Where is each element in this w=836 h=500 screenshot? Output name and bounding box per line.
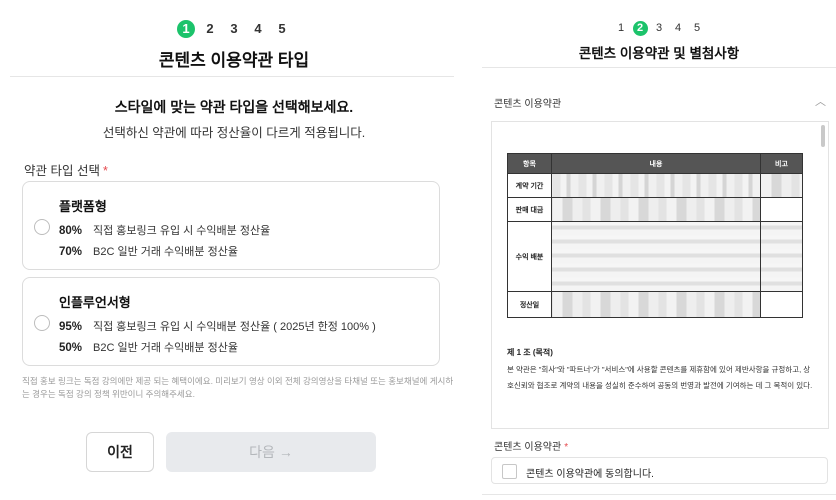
radio-platform[interactable] — [34, 219, 50, 235]
required-mark: * — [102, 164, 108, 178]
option-title: 플랫폼형 — [59, 199, 107, 214]
scrollbar[interactable] — [821, 125, 825, 147]
step-3: 3 — [655, 22, 663, 34]
stepper: 1 2 3 4 5 — [0, 20, 468, 38]
rate-row: 80% 직접 홍보링크 유입 시 수익배분 정산율 — [59, 222, 270, 238]
blurred-cell — [760, 173, 803, 198]
radio-influencer[interactable] — [34, 315, 50, 331]
rate-row: 50% B2C 일반 거래 수익배분 정산율 — [59, 339, 238, 355]
prev-button[interactable]: 이전 — [86, 432, 154, 472]
table-header: 비고 — [760, 153, 803, 174]
blurred-cell — [760, 197, 803, 222]
blurred-cell — [760, 221, 803, 292]
rate-percent: 70% — [59, 246, 83, 258]
agree-checkbox[interactable] — [502, 464, 517, 479]
step-5: 5 — [693, 22, 701, 34]
rate-row: 70% B2C 일반 거래 수익배분 정산율 — [59, 243, 238, 259]
policy-note: 직접 홍보 링크는 독점 강의에만 제공 되는 혜택이에요. 미리보기 영상 이… — [22, 376, 454, 399]
subline: 선택하신 약관에 따라 정산율이 다르게 적용됩니다. — [102, 126, 366, 140]
rate-row: 95% 직접 홍보링크 유입 시 수익배분 정산율 ( 2025년 한정 100%… — [59, 318, 376, 334]
terms-document[interactable]: 항목 내용 비고 계약 기간 판매 대금 수익 배분 정산일 제 1 조 (목적… — [491, 121, 829, 429]
option-title: 인플루언서형 — [59, 295, 131, 310]
blurred-cell — [551, 221, 761, 292]
rate-desc: B2C 일반 거래 수익배분 정산율 — [93, 342, 238, 354]
blurred-cell — [551, 291, 761, 318]
required-mark: * — [564, 442, 569, 453]
table-row-label: 계약 기간 — [507, 173, 552, 198]
headline: 스타일에 맞는 약관 타입을 선택해보세요. — [114, 99, 354, 115]
table-row-label: 판매 대금 — [507, 197, 552, 222]
option-platform[interactable]: 플랫폼형 80% 직접 홍보링크 유입 시 수익배분 정산율 70% B2C 일반 … — [22, 181, 440, 270]
agree-text: 콘텐츠 이용약관에 동의합니다. — [526, 469, 654, 480]
section-label: 약관 타입 선택 * — [24, 160, 108, 179]
clause-body: 본 약관은 "회사"와 "파트너"가 "서비스"에 사용할 콘텐츠를 제휴함에 … — [507, 365, 813, 390]
rate-percent: 50% — [59, 342, 83, 354]
blurred-cell — [551, 173, 761, 198]
divider — [482, 494, 836, 495]
left-panel: 1 2 3 4 5 콘텐츠 이용약관 타입 스타일에 맞는 약관 타입을 선택해… — [0, 0, 468, 500]
blurred-cell — [760, 291, 803, 318]
table-row-label: 정산일 — [507, 291, 552, 318]
option-influencer[interactable]: 인플루언서형 95% 직접 홍보링크 유입 시 수익배분 정산율 ( 2025년 … — [22, 277, 440, 366]
terms-table: 항목 내용 비고 계약 기간 판매 대금 수익 배분 정산일 — [507, 153, 803, 318]
chevron-up-icon[interactable]: ︿ — [815, 93, 826, 109]
agree-checkbox-row[interactable]: 콘텐츠 이용약관에 동의합니다. — [491, 457, 828, 484]
blurred-cell — [551, 197, 761, 222]
accordion-label[interactable]: 콘텐츠 이용약관 — [494, 95, 561, 110]
step-1: 1 — [617, 22, 625, 34]
step-4: 4 — [674, 22, 682, 34]
page-title: 콘텐츠 이용약관 타입 — [158, 51, 310, 70]
table-header: 내용 — [551, 153, 761, 174]
next-button[interactable]: 다음 → — [166, 432, 376, 472]
stepper: 1 2 3 4 5 — [482, 21, 836, 36]
page-title: 콘텐츠 이용약관 및 별첨사항 — [578, 46, 740, 61]
rate-percent: 80% — [59, 225, 83, 237]
table-header: 항목 — [507, 153, 552, 174]
rate-percent: 95% — [59, 321, 83, 333]
step-1: 1 — [177, 20, 195, 38]
step-4: 4 — [254, 21, 262, 36]
right-panel: 1 2 3 4 5 콘텐츠 이용약관 및 별첨사항 콘텐츠 이용약관 ︿ 항목 … — [482, 0, 836, 500]
agree-label: 콘텐츠 이용약관 * — [494, 438, 568, 453]
step-2: 2 — [632, 21, 648, 36]
table-row-label: 수익 배분 — [507, 221, 552, 292]
divider — [482, 67, 836, 68]
step-3: 3 — [230, 21, 238, 36]
rate-desc: 직접 홍보링크 유입 시 수익배분 정산율 — [93, 225, 271, 237]
section-label-text: 약관 타입 선택 — [24, 164, 100, 178]
step-2: 2 — [206, 21, 214, 36]
rate-desc: 직접 홍보링크 유입 시 수익배분 정산율 ( 2025년 한정 100% ) — [93, 321, 376, 333]
clause-title: 제 1 조 (목적) — [507, 348, 553, 357]
divider — [10, 76, 454, 77]
rate-desc: B2C 일반 거래 수익배분 정산율 — [93, 246, 238, 258]
step-5: 5 — [278, 21, 286, 36]
agree-label-text: 콘텐츠 이용약관 — [494, 442, 562, 453]
